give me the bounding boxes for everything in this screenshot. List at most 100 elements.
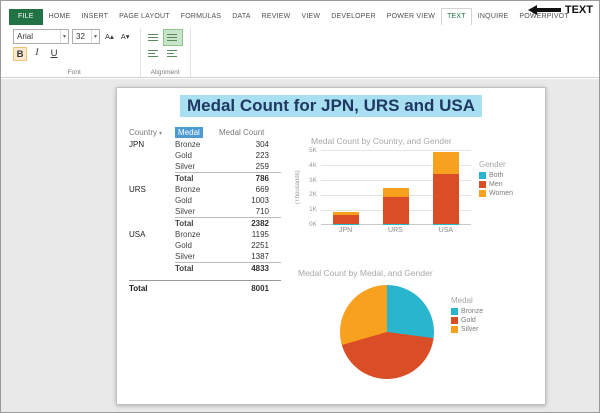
grand-total-value: 8001 (251, 284, 269, 293)
table-cell: 1003 (251, 196, 269, 205)
column-chart-title: Medal Count by Country, and Gender (311, 136, 452, 146)
font-size-combo[interactable]: 32 ▾ (72, 29, 100, 44)
underline-button[interactable]: U (47, 47, 61, 61)
table-row[interactable]: JPN Bronze 304 (129, 139, 281, 150)
bar-urs (383, 188, 409, 224)
table-total-row[interactable]: Total 4833 (129, 262, 281, 274)
table-row[interactable]: Gold 2251 (129, 240, 281, 251)
report-title-textbox[interactable]: Medal Count for JPN, URS and USA (179, 95, 483, 117)
legend-item-bronze[interactable]: Bronze (451, 308, 483, 315)
font-group: Arial ▾ 32 ▾ A▴ A▾ B I U Font (9, 28, 141, 77)
table-cell (129, 195, 175, 206)
medal-count-header-label: Medal Count (219, 128, 265, 137)
tab-home[interactable]: HOME (44, 9, 76, 25)
column-header-medal[interactable]: Medal (175, 127, 219, 138)
table-cell: Silver (175, 207, 196, 216)
tab-formulas[interactable]: FORMULAS (176, 9, 227, 25)
country-header-label: Country (129, 128, 158, 137)
tab-page-layout[interactable]: PAGE LAYOUT (114, 9, 175, 25)
table-cell (129, 150, 175, 161)
table-row[interactable]: Gold 1003 (129, 195, 281, 206)
legend-swatch (479, 172, 486, 179)
table-row[interactable]: Silver 259 (129, 161, 281, 172)
increase-font-size-button[interactable]: A▴ (103, 31, 116, 42)
x-tick-label-urs: URS (388, 227, 403, 234)
tab-power-view[interactable]: POWER VIEW (382, 9, 440, 25)
column-header-medal-count[interactable]: Medal Count (219, 128, 281, 137)
left-arrow-icon (527, 5, 561, 15)
bar-segment-usa-men[interactable] (433, 174, 459, 224)
bar-segment-urs-men[interactable] (383, 196, 409, 224)
table-cell: JPN (129, 140, 145, 149)
legend-swatch (451, 317, 458, 324)
legend-item-silver[interactable]: Silver (451, 326, 483, 333)
table-cell: Gold (175, 241, 192, 250)
bar-y-axis: 5K 4K 3K 2K 1K 0K (301, 147, 317, 228)
pie-chart[interactable] (340, 285, 434, 379)
tab-insert[interactable]: INSERT (76, 9, 113, 25)
decrease-font-size-button[interactable]: A▾ (119, 31, 132, 42)
arrow-shaft (536, 8, 561, 12)
bar-segment-usa-women[interactable] (433, 151, 459, 175)
table-cell: Total (175, 262, 219, 274)
table-row[interactable]: Silver 710 (129, 206, 281, 217)
chevron-down-icon[interactable]: ▾ (59, 30, 68, 43)
table-grand-total-row[interactable]: Total 8001 (129, 280, 281, 294)
legend-item-both[interactable]: Both (479, 172, 513, 179)
legend-swatch (479, 190, 486, 197)
tab-inquire[interactable]: INQUIRE (473, 9, 514, 25)
table-cell: Gold (175, 196, 192, 205)
table-cell: Gold (175, 151, 192, 160)
tab-developer[interactable]: DEVELOPER (326, 9, 381, 25)
report-canvas: Medal Count for JPN, URS and USA Country… (116, 87, 546, 405)
column-chart: Medal Count by Country, and Gender (Thou… (295, 136, 541, 234)
y-tick-label: 4K (309, 161, 317, 169)
table-cell: 2382 (219, 217, 281, 229)
table-row[interactable]: Silver 1387 (129, 251, 281, 262)
chevron-down-icon[interactable]: ▾ (90, 30, 99, 43)
tab-file[interactable]: FILE (9, 9, 43, 25)
tab-view[interactable]: VIEW (297, 9, 326, 25)
ribbon-tab-bar: FILE HOME INSERT PAGE LAYOUT FORMULAS DATA REV… (1, 1, 599, 25)
bold-button[interactable]: B (13, 47, 27, 61)
table-cell (129, 217, 175, 229)
table-row[interactable]: URS Bronze 669 (129, 184, 281, 195)
legend-item-men[interactable]: Men (479, 181, 513, 188)
table-cell: 669 (255, 185, 269, 194)
column-header-country[interactable]: Country ▾ (129, 128, 175, 137)
y-tick-label: 5K (309, 147, 317, 154)
x-tick-label-usa: USA (438, 227, 454, 234)
arrow-head (527, 5, 537, 15)
align-center-icon[interactable] (164, 46, 182, 61)
legend-label: Men (489, 181, 503, 188)
y-tick-label: 2K (309, 191, 317, 199)
table-row[interactable]: Gold 223 (129, 150, 281, 161)
align-top-icon[interactable] (145, 30, 163, 45)
legend-item-women[interactable]: Women (479, 190, 513, 197)
table-cell: Bronze (175, 185, 201, 194)
pie-chart-title: Medal Count by Medal, and Gender (298, 268, 433, 278)
bar-segment-jpn-men[interactable] (333, 215, 359, 224)
table-total-row[interactable]: Total 2382 (129, 217, 281, 229)
table-header-row: Country ▾ Medal Medal Count (129, 127, 281, 139)
table-cell: 1195 (251, 230, 269, 239)
table-cell: URS (129, 185, 146, 194)
tab-text[interactable]: TEXT (441, 8, 472, 25)
tab-review[interactable]: REVIEW (257, 9, 296, 25)
align-middle-icon[interactable] (162, 29, 183, 46)
font-name-combo[interactable]: Arial ▾ (13, 29, 69, 44)
legend-item-gold[interactable]: Gold (451, 317, 483, 324)
legend-title: Medal (451, 296, 473, 305)
italic-button[interactable]: I (30, 47, 44, 61)
table-row[interactable]: USA Bronze 1195 (129, 229, 281, 240)
legend-label: Gold (461, 317, 476, 324)
table-total-row[interactable]: Total 786 (129, 172, 281, 184)
tab-data[interactable]: DATA (227, 9, 255, 25)
table-cell: Bronze (175, 140, 201, 149)
align-left-icon[interactable] (145, 46, 163, 61)
filter-dropdown-icon[interactable]: ▾ (159, 131, 162, 137)
pie-chart-block: Medal Count by Medal, and Gender Medal Br… (292, 268, 544, 379)
table-cell: USA (129, 230, 146, 239)
bar-segment-urs-women[interactable] (383, 188, 409, 197)
alignment-group-label: Alignment (150, 69, 180, 76)
